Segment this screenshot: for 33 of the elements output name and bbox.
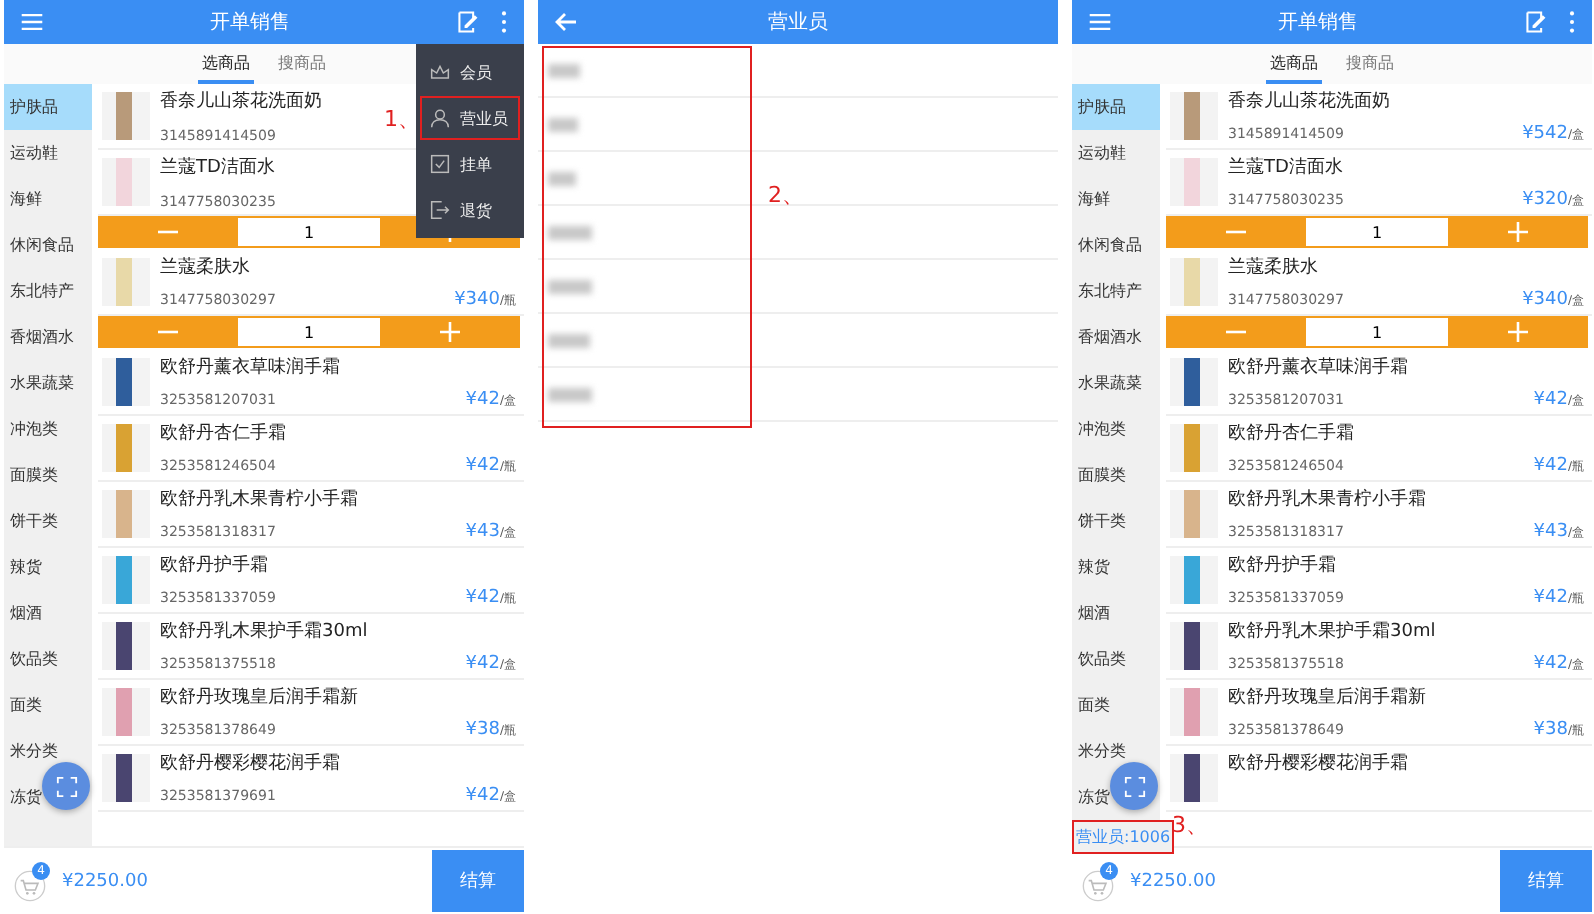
menu-label: 营业员 [460, 107, 508, 129]
product-name: 欧舒丹乳木果青柠小手霜 [1228, 487, 1426, 512]
product-name: 欧舒丹杏仁手霜 [160, 421, 286, 446]
cart-total: ¥2250.00 [62, 871, 150, 891]
product-name: 欧舒丹樱彩樱花润手霜 [1228, 751, 1408, 776]
product-name: 香奈儿山茶花洗面奶 [1228, 89, 1390, 114]
product-name: 欧舒丹薰衣草味润手霜 [1228, 355, 1408, 380]
product-name: 欧舒丹薰衣草味润手霜 [160, 355, 340, 380]
product-name: 欧舒丹乳木果护手霜30ml [160, 619, 368, 644]
product-name: 欧舒丹玫瑰皇后润手霜新 [1228, 685, 1426, 710]
screen-title: 开单销售 [208, 9, 292, 36]
product-name: 欧舒丹玫瑰皇后润手霜新 [160, 685, 358, 710]
cart-total: ¥2250.00 [1130, 871, 1218, 891]
product-name: 兰蔻柔肤水 [160, 255, 250, 280]
salesperson-label: 营业员:1006 [1072, 820, 1175, 854]
product-name: 欧舒丹护手霜 [160, 553, 268, 578]
step-annotation: 3、 [1172, 810, 1208, 840]
product-name: 欧舒丹乳木果青柠小手霜 [160, 487, 358, 512]
product-name: 兰蔻TD洁面水 [160, 155, 275, 180]
product-name: 欧舒丹樱彩樱花润手霜 [160, 751, 340, 776]
step-annotation: 1、 [384, 104, 420, 134]
product-name: 欧舒丹乳木果护手霜30ml [1228, 619, 1436, 644]
product-name: 欧舒丹护手霜 [1228, 553, 1336, 578]
product-name: 欧舒丹杏仁手霜 [1228, 421, 1354, 446]
screen-title: 开单销售 [1276, 9, 1360, 36]
menu-label: 挂单 [460, 153, 492, 175]
product-name: 兰蔻柔肤水 [1228, 255, 1318, 280]
menu-label: 会员 [460, 61, 492, 83]
step-annotation: 2、 [768, 180, 804, 210]
screen-title: 营业员 [766, 9, 830, 36]
menu-label: 退货 [460, 199, 492, 221]
product-name: 兰蔻TD洁面水 [1228, 155, 1343, 180]
product-name: 香奈儿山茶花洗面奶 [160, 89, 322, 114]
